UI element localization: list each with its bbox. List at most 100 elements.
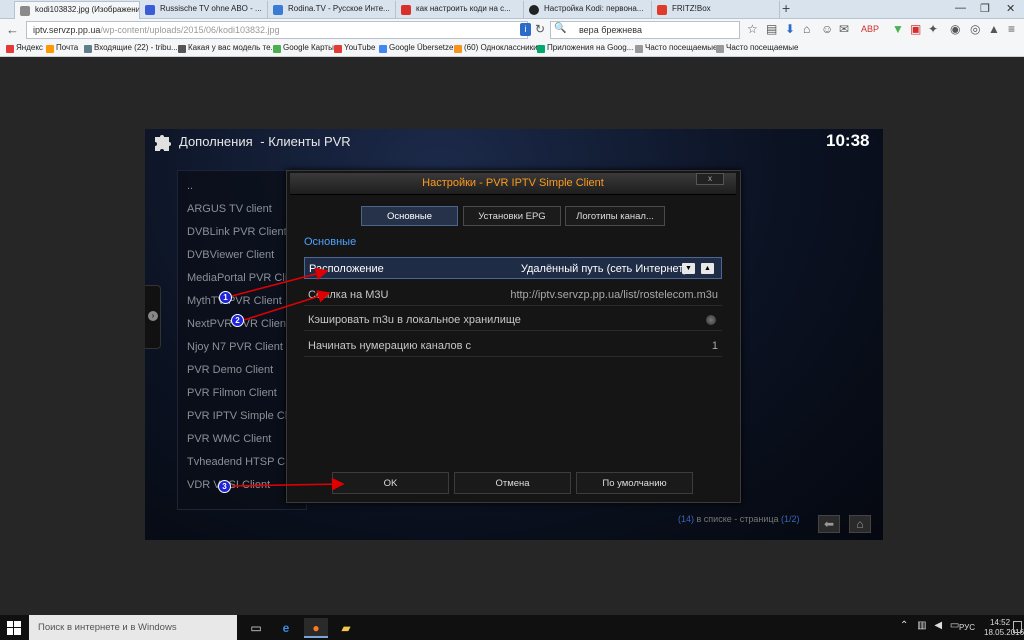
- restore-icon[interactable]: ❐: [980, 2, 990, 15]
- cancel-button[interactable]: Отмена: [454, 472, 571, 494]
- kodi-side-menu-handle[interactable]: ›: [145, 285, 161, 349]
- list-item[interactable]: DVBLink PVR Client: [187, 226, 286, 238]
- defaults-button[interactable]: По умолчанию: [576, 472, 693, 494]
- inbox-icon: [84, 45, 92, 53]
- battery-icon[interactable]: ▭: [950, 620, 959, 631]
- list-item[interactable]: DVBViewer Client: [187, 249, 274, 261]
- addon-badge-icon[interactable]: ▣: [910, 22, 921, 36]
- tab-label: Russische TV ohne ABO - ...: [160, 4, 262, 13]
- setting-location[interactable]: Расположение Удалённый путь (сеть Интерн…: [304, 257, 722, 279]
- search-engine-icon[interactable]: 🔍: [554, 23, 566, 34]
- browser-tab-kodi-image[interactable]: kodi103832.jpg (Изображени...: [14, 1, 140, 19]
- search-input[interactable]: вера брежнева: [550, 21, 740, 39]
- kodi-home-button[interactable]: ⌂: [849, 515, 871, 533]
- close-icon[interactable]: ✕: [1006, 2, 1015, 15]
- list-item[interactable]: Tvheadend HTSP Client: [187, 456, 286, 468]
- bookmark-label: Почта: [56, 43, 79, 52]
- addon-icon[interactable]: ▲: [988, 22, 1000, 36]
- url-path: /wp-content/uploads/2015/06/kodi103832.j…: [100, 25, 280, 35]
- back-arrow-icon[interactable]: ←: [6, 22, 19, 37]
- taskbar-search-input[interactable]: Поиск в интернете и в Windows: [29, 615, 237, 640]
- list-item[interactable]: Njoy N7 PVR Client: [187, 341, 283, 353]
- setting-m3u-url[interactable]: Ссылка на M3U http://iptv.servzp.pp.ua/l…: [304, 284, 722, 306]
- spin-down-icon[interactable]: ▼: [682, 263, 695, 274]
- reading-list-icon[interactable]: ▤: [766, 22, 777, 36]
- youtube-icon: [334, 45, 342, 53]
- edge-icon[interactable]: e: [274, 618, 298, 638]
- addon-green-icon[interactable]: ▼: [892, 22, 904, 36]
- windows-start-icon[interactable]: [7, 621, 21, 635]
- chevron-right-icon: ›: [148, 311, 158, 321]
- bookmark-item[interactable]: Какая у вас модель те...: [178, 43, 277, 53]
- browser-tab-fritzbox[interactable]: FRITZ!Box: [652, 1, 780, 19]
- tab-label: kodi103832.jpg (Изображени...: [35, 5, 140, 14]
- tab-label: FRITZ!Box: [672, 4, 711, 13]
- notifications-icon[interactable]: [1013, 621, 1022, 633]
- reload-icon[interactable]: ↻: [535, 22, 545, 36]
- taskbar-time[interactable]: 14:52: [990, 618, 1010, 627]
- list-item[interactable]: PVR WMC Client: [187, 433, 271, 445]
- list-item[interactable]: ARGUS TV client: [187, 203, 272, 215]
- bookmark-item[interactable]: Почта: [46, 43, 79, 53]
- smiley-icon[interactable]: ☺: [821, 22, 833, 36]
- site-icon: [178, 45, 186, 53]
- ok-button[interactable]: OK: [332, 472, 449, 494]
- setting-label: Кэшировать m3u в локальное хранилище: [308, 314, 521, 326]
- star-icon[interactable]: ☆: [747, 22, 758, 36]
- addon-icon[interactable]: ◎: [970, 22, 980, 36]
- bookmark-item[interactable]: Часто посещаемые: [635, 43, 718, 53]
- file-explorer-icon[interactable]: ▰: [334, 618, 358, 638]
- show-hidden-icon[interactable]: ⌃: [900, 620, 908, 631]
- kodi-back-button[interactable]: ⬅: [818, 515, 840, 533]
- bookmark-item[interactable]: Google Übersetzer: [379, 43, 456, 53]
- firefox-icon[interactable]: ●: [304, 618, 328, 638]
- setting-channel-numbering[interactable]: Начинать нумерацию каналов с 1: [304, 335, 722, 357]
- spin-up-icon[interactable]: ▲: [701, 263, 714, 274]
- bookmark-item[interactable]: Входящие (22) - tribu...: [84, 43, 178, 53]
- browser-tab-rodina-tv[interactable]: Rodina.TV - Русское Инте...: [268, 1, 396, 19]
- minimize-icon[interactable]: —: [955, 2, 966, 14]
- bookmark-item[interactable]: Google Карты: [273, 43, 334, 53]
- bookmark-item[interactable]: (60) Одноклассники: [454, 43, 538, 53]
- bookmark-item[interactable]: Яндекс: [6, 43, 43, 53]
- tab-general[interactable]: Основные: [361, 206, 458, 226]
- bookmark-action-icon[interactable]: i: [520, 23, 531, 36]
- tab-epg-settings[interactable]: Установки EPG: [463, 206, 561, 226]
- bookmarks-bar: Яндекс Почта Входящие (22) - tribu... Ка…: [0, 41, 1024, 57]
- network-icon[interactable]: ▥: [917, 620, 926, 631]
- setting-cache-m3u[interactable]: Кэшировать m3u в локальное хранилище: [304, 309, 722, 331]
- download-icon[interactable]: ⬇: [785, 22, 795, 36]
- bookmark-label: Часто посещаемые: [645, 43, 718, 52]
- addon-icon[interactable]: ✦: [928, 22, 938, 36]
- home-icon[interactable]: ⌂: [803, 22, 810, 36]
- system-tray[interactable]: ⌃ ▥ ◀ ▭: [900, 620, 959, 631]
- chat-icon[interactable]: ✉: [839, 22, 849, 36]
- bookmark-item[interactable]: Приложения на Goog...: [537, 43, 633, 53]
- toggle-radio-icon[interactable]: [706, 315, 716, 325]
- list-item[interactable]: ..: [187, 180, 193, 192]
- list-item[interactable]: MediaPortal PVR Client: [187, 272, 286, 284]
- input-language[interactable]: РУС: [959, 623, 975, 632]
- new-tab-button[interactable]: +: [782, 0, 790, 16]
- adblock-icon[interactable]: ABP: [861, 24, 879, 34]
- list-item[interactable]: MythTV PVR Client: [187, 295, 282, 307]
- browser-tab-kodi-setup-question[interactable]: как настроить коди на с...: [396, 1, 524, 19]
- bookmark-item[interactable]: Часто посещаемые: [716, 43, 798, 53]
- addon-icon[interactable]: ◉: [950, 22, 960, 36]
- maps-icon: [273, 45, 281, 53]
- browser-tab-russische-tv[interactable]: Russische TV ohne ABO - ...: [140, 1, 268, 19]
- bookmark-label: (60) Одноклассники: [464, 43, 538, 52]
- dialog-close-button[interactable]: x: [696, 173, 724, 185]
- list-item[interactable]: PVR IPTV Simple Client: [187, 410, 286, 422]
- list-item[interactable]: PVR Filmon Client: [187, 387, 277, 399]
- list-item[interactable]: PVR Demo Client: [187, 364, 273, 376]
- browser-tab-kodi-settings[interactable]: Настройка Kodi: первона...: [524, 1, 652, 19]
- task-view-icon[interactable]: ▭: [244, 618, 268, 638]
- tab-channel-logos[interactable]: Логотипы канал...: [565, 206, 665, 226]
- addon-puzzle-icon: [155, 135, 171, 151]
- address-bar[interactable]: iptv.servzp.pp.ua/wp-content/uploads/201…: [26, 21, 528, 39]
- annotation-marker-1: 1: [219, 291, 232, 304]
- menu-icon[interactable]: ≡: [1008, 22, 1015, 36]
- volume-icon[interactable]: ◀: [934, 620, 942, 631]
- bookmark-item[interactable]: YouTube: [334, 43, 375, 53]
